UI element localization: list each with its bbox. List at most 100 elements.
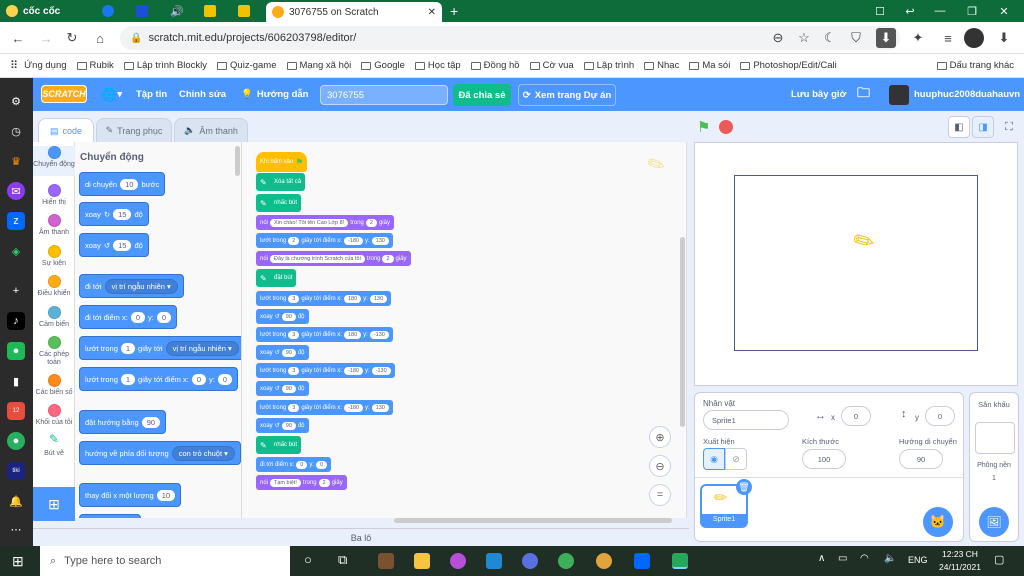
y-slot[interactable]: -130 — [371, 366, 391, 375]
category-motion[interactable]: Chuyển động — [33, 146, 75, 176]
notifications-icon[interactable]: ▢ — [994, 553, 1004, 566]
stage-canvas[interactable]: ✏ — [734, 175, 978, 351]
bookmark-folder[interactable]: Cờ vua — [529, 60, 574, 71]
y-slot[interactable]: 0 — [156, 311, 172, 323]
set-x-block[interactable] — [79, 514, 141, 518]
glide-xy-block[interactable]: lướt trong 3 giây tới điểm x: -180 y: 130 — [256, 400, 393, 415]
scratch-logo[interactable]: SCRATCH — [41, 85, 87, 103]
category-my-blocks[interactable]: Khối của tôi — [33, 404, 75, 434]
category-events[interactable]: Sự kiện — [33, 245, 75, 275]
tab-code[interactable]: ▤ code — [38, 118, 94, 143]
close-icon[interactable]: ✕ — [428, 7, 436, 18]
project-title-input[interactable]: 3076755 — [320, 85, 448, 105]
bookmark-folder[interactable]: Mạng xã hội — [286, 60, 351, 71]
degrees-slot[interactable]: 90 — [281, 312, 296, 321]
sale-icon[interactable]: 12 — [7, 402, 25, 420]
clock-time[interactable]: 12:23 CH — [936, 549, 984, 559]
wifi-icon[interactable]: ◠ — [860, 553, 869, 564]
glide-xy-block[interactable]: lướt trong 1 giây tới điểm x: 0 y: 0 — [79, 367, 239, 391]
pencil-sprite[interactable]: ✏ — [849, 224, 879, 260]
add-backdrop-button[interactable]: 🖼 — [979, 507, 1009, 537]
more-icon[interactable]: ⬇ — [994, 28, 1014, 48]
turn-left-block[interactable]: xoay ↺ 90 độ — [256, 381, 309, 396]
minimize-button[interactable]: — — [924, 0, 956, 22]
x-slot[interactable]: 0 — [296, 460, 308, 469]
glide-xy-block[interactable]: lướt trong 2 giây tới điểm x: -180 y: 130 — [256, 233, 393, 248]
goto-xy-block[interactable]: đi tới điểm x: 0 y: 0 — [256, 457, 332, 472]
y-slot[interactable]: 130 — [371, 403, 389, 412]
script-vscrollbar[interactable] — [680, 237, 685, 427]
app-icon[interactable]: ● — [7, 342, 25, 360]
bookmark-folder[interactable]: Ma sói — [689, 60, 730, 71]
category-operators[interactable]: Các phép toán — [33, 336, 75, 372]
clock-date[interactable]: 24/11/2021 — [932, 562, 988, 572]
browser-brand[interactable]: cốc cốc — [0, 0, 90, 22]
degrees-slot[interactable]: 90 — [281, 384, 296, 393]
tab-h1[interactable] — [198, 0, 228, 22]
turn-right-block[interactable]: xoay ↻ 15 độ — [79, 202, 149, 226]
task-view-icon[interactable]: ⧉ — [338, 552, 347, 568]
tiki-icon[interactable]: tiki — [7, 462, 25, 480]
seconds-slot[interactable]: 1 — [120, 373, 136, 385]
glide-dropdown[interactable]: vị trí ngẫu nhiên ▾ — [165, 340, 239, 356]
profile-avatar[interactable] — [964, 28, 984, 48]
fullscreen-button[interactable]: ⛶ — [998, 116, 1020, 138]
message-slot[interactable]: Xin chào! Tôi tên Cao Lớp 8! — [270, 218, 349, 227]
direction-slot[interactable]: 90 — [141, 416, 161, 428]
maximize-button[interactable]: ❐ — [956, 0, 988, 22]
crown-icon[interactable]: ♛ — [7, 152, 25, 170]
bookmark-folder[interactable]: Nhạc — [644, 60, 679, 71]
zoom-out-button[interactable]: ⊖ — [649, 455, 671, 477]
settings-icon[interactable]: ⚙ — [7, 92, 25, 110]
glide-xy-block[interactable]: lướt trong 3 giây tới điểm x: -180 y: -130 — [256, 363, 395, 378]
save-now-button[interactable]: Lưu bây giờ — [791, 78, 846, 111]
category-sound[interactable]: Âm thanh — [33, 214, 75, 244]
say-for-secs-block[interactable]: nói Đây là chương trình Scratch của tôi tr… — [256, 251, 411, 266]
app-icon[interactable]: ● — [7, 432, 25, 450]
move-steps-block[interactable]: di chuyển 10 bước — [79, 172, 166, 196]
normal-stage-button[interactable]: ◨ — [972, 116, 994, 138]
account-menu[interactable]: huuphuc2008duahauvn ▾ — [889, 78, 1024, 111]
add-extension-button[interactable]: ⊞ — [33, 487, 75, 521]
pen-up-block[interactable]: ✎ nhấc bút — [256, 194, 302, 212]
profile-icon[interactable]: ☐ — [864, 0, 896, 22]
message-slot[interactable]: Đây là chương trình Scratch của tôi — [270, 254, 365, 263]
category-pen[interactable]: ✎ Bút vẽ — [33, 433, 75, 465]
dark-mode-icon[interactable]: ☾ — [820, 28, 840, 48]
seconds-slot[interactable]: 3 — [288, 294, 300, 303]
close-window-button[interactable]: ✕ — [988, 0, 1020, 22]
seconds-slot[interactable]: 3 — [288, 330, 300, 339]
bookmark-other[interactable]: Dấu trang khác — [936, 60, 1014, 71]
zalo-icon[interactable]: z — [7, 212, 25, 230]
category-variables[interactable]: Các biến số — [33, 374, 75, 404]
x-slot[interactable]: 0 — [130, 311, 146, 323]
tab-audio[interactable]: 🔊 — [164, 0, 194, 22]
new-tab-button[interactable]: + — [444, 0, 464, 22]
x-slot[interactable]: -180 — [343, 236, 363, 245]
x-slot[interactable]: -180 — [343, 366, 363, 375]
change-x-block[interactable]: thay đổi x một lượng 10 — [79, 483, 182, 507]
goto-xy-block[interactable]: đi tới điểm x: 0 y: 0 — [79, 305, 178, 329]
x-slot[interactable]: 180 — [343, 294, 362, 303]
small-stage-button[interactable]: ◧ — [948, 116, 970, 138]
hide-sprite-button[interactable]: ⊘ — [725, 448, 747, 470]
category-sensing[interactable]: Cảm biến — [33, 306, 75, 336]
taskbar-search-box[interactable]: ⌕ Type here to search — [40, 546, 290, 576]
star-icon[interactable]: ☆ — [794, 28, 814, 48]
seconds-slot[interactable]: 3 — [288, 403, 300, 412]
pen-down-block[interactable]: ✎ đặt bút — [256, 269, 297, 287]
seconds-slot[interactable]: 2 — [318, 478, 330, 487]
turn-left-block[interactable]: xoay ↺ 15 độ — [79, 233, 149, 257]
coccoc-taskbar-icon[interactable] — [558, 553, 574, 569]
turn-left-block[interactable]: xoay ↺ 90 độ — [256, 309, 309, 324]
degrees-slot[interactable]: 90 — [281, 348, 296, 357]
degrees-slot[interactable]: 15 — [113, 208, 132, 220]
messenger-icon[interactable]: ✉ — [7, 182, 25, 200]
tab-costumes[interactable]: ✎ Trang phục — [96, 118, 172, 142]
bell-icon[interactable]: 🔔 — [7, 492, 25, 510]
reload-button[interactable]: ↻ — [62, 28, 82, 48]
zoom-reset-button[interactable]: = — [649, 484, 671, 506]
share-button[interactable]: Đã chia sẻ — [453, 84, 511, 106]
seconds-slot[interactable]: 3 — [288, 366, 300, 375]
history-icon[interactable]: ◷ — [7, 122, 25, 140]
